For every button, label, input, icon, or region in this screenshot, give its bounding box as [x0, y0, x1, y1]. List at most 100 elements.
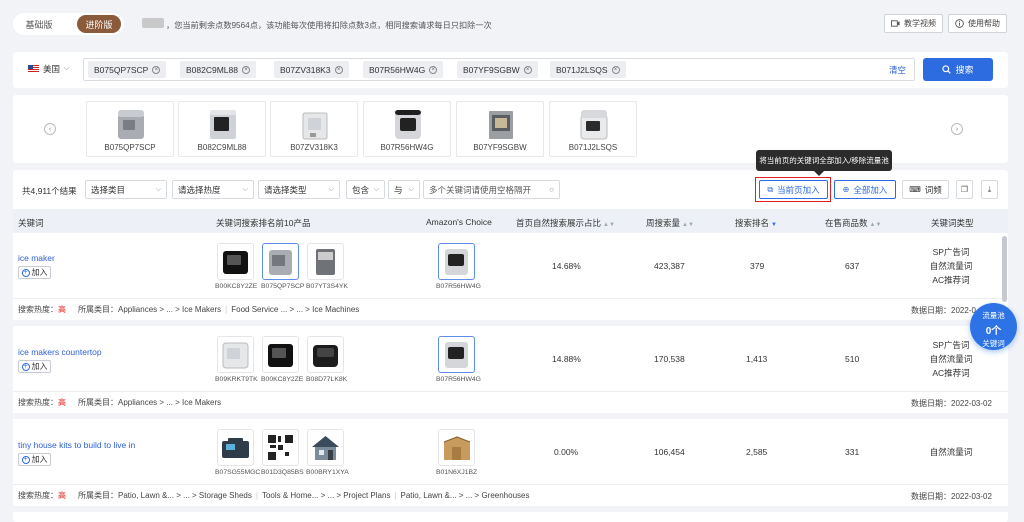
search-icon — [942, 65, 952, 74]
share-value: 0.00% — [554, 447, 579, 457]
keyboard-icon: ⌨ — [909, 185, 921, 194]
col-weekly[interactable]: 周搜索量 ▲▼ — [646, 217, 694, 229]
scrollbar[interactable] — [1002, 236, 1007, 302]
product-thumbnail[interactable] — [262, 336, 299, 373]
keyword-link[interactable]: ice makers countertop — [18, 347, 102, 357]
heat-label: 搜索热度： — [18, 491, 58, 500]
keyword-type: AC推荐词 — [932, 368, 970, 378]
data-date: 数据日期：2022-03-02 — [911, 491, 992, 502]
category-path[interactable]: Tools & Home... > ... > Project Plans — [262, 491, 391, 500]
include-select[interactable]: 包含 ⌵ — [346, 180, 385, 199]
product-card[interactable]: B07ZV318K3 — [270, 101, 358, 157]
copy-icon[interactable]: ❐ — [956, 180, 973, 199]
add-keyword-button[interactable]: + 加入 — [18, 266, 51, 279]
col-rank[interactable]: 搜索排名 ▼ — [735, 217, 777, 229]
product-thumbnail[interactable] — [307, 336, 344, 373]
choice-thumbnail[interactable] — [438, 336, 475, 373]
clear-link[interactable]: 清空 — [889, 64, 906, 76]
col-share-label: 首页自然搜索展示占比 — [516, 218, 602, 228]
ice-maker-image — [269, 250, 292, 275]
date-label: 数据日期： — [911, 399, 951, 408]
add-all-button[interactable]: ⊕ 全部加入 — [834, 180, 896, 199]
ice-maker-image — [445, 249, 468, 275]
category-path[interactable]: Food Service ... > ... > Ice Machines — [231, 305, 359, 314]
product-thumbnail[interactable] — [262, 243, 299, 280]
tutorial-video-button[interactable]: 教学视频 — [884, 14, 943, 33]
add-current-page-button[interactable]: ⧉ 当前页加入 — [759, 180, 828, 199]
close-icon[interactable]: × — [152, 65, 161, 74]
product-card[interactable]: B07R56HW4G — [363, 101, 451, 157]
heat-value: 高 — [58, 398, 66, 407]
keyword-filter-placeholder: 多个关键词请使用空格隔开 — [429, 184, 532, 195]
choice-thumbnail[interactable] — [438, 243, 475, 280]
help-button[interactable]: 使用帮助 — [948, 14, 1007, 33]
category-path[interactable]: Appliances > ... > Ice Makers — [118, 305, 221, 314]
listings-value: 510 — [845, 354, 860, 364]
country-select[interactable]: 美国 ⌵ — [28, 63, 69, 75]
product-thumbnail[interactable] — [262, 429, 299, 466]
plus-circle-icon: ⊕ — [842, 185, 850, 194]
divider: | — [225, 305, 228, 314]
product-card[interactable]: B07YF9SGBW — [456, 101, 544, 157]
product-thumbnail[interactable] — [307, 429, 344, 466]
word-frequency-button[interactable]: ⌨ 词频 — [902, 180, 949, 199]
product-thumbnail[interactable] — [217, 243, 254, 280]
add-keyword-button[interactable]: + 加入 — [18, 360, 51, 373]
asin-chip-label: B07R56HW4G — [369, 64, 426, 75]
close-icon[interactable]: × — [241, 65, 250, 74]
product-card[interactable]: B082C9ML88 — [178, 101, 266, 157]
product-card[interactable]: B071J2LSQS — [549, 101, 637, 157]
product-thumbnail[interactable] — [307, 243, 344, 280]
ice-maker-image — [580, 110, 608, 140]
heat-select[interactable]: 请选择热度 ⌵ — [172, 180, 254, 199]
ice-maker-image — [223, 251, 248, 274]
keyword-filter-input[interactable]: 多个关键词请使用空格隔开 ○ — [423, 180, 560, 199]
close-icon[interactable]: × — [429, 65, 438, 74]
category-label: 所属类目： — [78, 398, 118, 407]
col-listings[interactable]: 在售商品数 ▲▼ — [825, 217, 881, 229]
data-date: 数据日期：2022-03-02 — [911, 398, 992, 409]
chevron-down-icon: ⌵ — [64, 65, 70, 72]
category-path[interactable]: Appliances > ... > Ice Makers — [118, 398, 221, 407]
col-amazon-choice: Amazon's Choice — [426, 217, 492, 227]
category-select[interactable]: 选择类目 ⌵ — [85, 180, 167, 199]
weekly-value: 170,538 — [654, 354, 685, 364]
download-icon[interactable]: ⤓ — [981, 180, 998, 199]
choice-thumbnail[interactable] — [438, 429, 475, 466]
chevron-right-icon[interactable]: › — [951, 123, 963, 135]
keyword-types: SP广告词 自然流量词 AC推荐词 — [920, 245, 982, 287]
product-asin: B082C9ML88 — [197, 143, 247, 152]
traffic-pool-button[interactable]: 流量池 0个 关键词 — [970, 303, 1017, 350]
product-asin: B07ZV318K3 — [290, 143, 338, 152]
col-share[interactable]: 首页自然搜索展示占比 ▲▼ — [516, 217, 615, 229]
ice-maker-image — [302, 112, 328, 140]
search-button[interactable]: 搜索 — [923, 58, 993, 81]
asin-chip-label: B075QP7SCP — [94, 64, 149, 75]
close-icon[interactable]: × — [523, 65, 532, 74]
heat-label: 搜索热度： — [18, 305, 58, 314]
product-thumbnail[interactable] — [217, 429, 254, 466]
product-card[interactable]: B075QP7SCP — [86, 101, 174, 157]
keyword-link[interactable]: ice maker — [18, 253, 55, 263]
heat-label: 搜索热度： — [18, 398, 58, 407]
add-keyword-button[interactable]: + 加入 — [18, 453, 51, 466]
product-thumbnail[interactable] — [217, 336, 254, 373]
category-path[interactable]: Patio, Lawn &... > ... > Greenhouses — [401, 491, 530, 500]
ice-maker-image — [445, 342, 468, 368]
chevron-left-icon[interactable]: ‹ — [44, 123, 56, 135]
asin-chip: B071J2LSQS × — [550, 61, 626, 78]
tab-advanced[interactable]: 进阶版 — [77, 15, 121, 33]
close-icon[interactable]: × — [334, 65, 343, 74]
close-icon[interactable]: × — [611, 65, 620, 74]
category-path[interactable]: Patio, Lawn &... > ... > Storage Sheds — [118, 491, 252, 500]
help-label: 使用帮助 — [968, 19, 1000, 28]
tab-basic[interactable]: 基础版 — [13, 18, 65, 31]
keyword-type: 自然流量词 — [929, 261, 973, 271]
keyword-link[interactable]: tiny house kits to build to live in — [18, 440, 135, 450]
plus-icon: + — [21, 455, 30, 464]
type-select[interactable]: 请选择类型 ⌵ — [258, 180, 340, 199]
col-types: 关键词类型 — [931, 218, 974, 228]
date-label: 数据日期： — [911, 306, 951, 315]
asin-label: B00BRY1XYA — [306, 469, 349, 476]
logic-select[interactable]: 与 ⌵ — [388, 180, 420, 199]
